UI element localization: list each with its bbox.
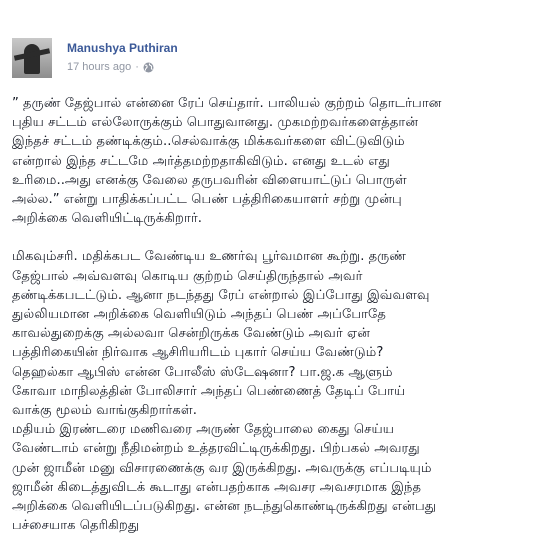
post-text-line: அறிக்கை வெளியிடப்படுகிறது. என்ன நடந்துகொ… — [12, 499, 437, 515]
post-text-line: கோவா மாநிலத்தின் போலிசார் அந்தப் பெண்ணைத… — [12, 383, 406, 399]
post-text-line: அல்ல.” என்று பாதிக்கப்பட்ட பெண் பத்திரிக… — [12, 192, 402, 208]
post-text-line: ” தருண் தேஜ்பால் என்னை ரேப் செய்தார். பா… — [12, 96, 442, 111]
author-avatar[interactable] — [12, 38, 52, 78]
header-text: Manushya Puthiran 17 hours ago · — [67, 41, 178, 73]
post-text-line: முன் ஜாமீன் மனு விசாரணைக்கு வர இருக்கிறத… — [12, 460, 432, 476]
post-text-line: பத்திரிகையின் நிர்வாக ஆசிரியரிடம் புகார்… — [12, 345, 384, 361]
post-text-line: புதிய சட்டம் எல்லோருக்கும் பொதுவானது. மு… — [12, 115, 419, 131]
post-paragraph: மிகவும்சரி. மதிக்கபட வேண்டிய உணர்வு பூர்… — [12, 247, 548, 535]
public-globe-icon[interactable] — [143, 62, 154, 73]
facebook-post: Manushya Puthiran 17 hours ago · ” தருண்… — [0, 0, 559, 545]
post-text-line: அறிக்கை வெளியிட்டிருக்கிறார். — [12, 211, 202, 227]
post-header: Manushya Puthiran 17 hours ago · — [12, 38, 178, 82]
post-text-line: இந்தச் சட்டம் தண்டிக்கும்..செல்வாக்கு மி… — [12, 134, 405, 150]
post-body: ” தருண் தேஜ்பால் என்னை ரேப் செய்தார். பா… — [12, 94, 548, 535]
author-name-link[interactable]: Manushya Puthiran — [67, 41, 178, 56]
post-text-line: தண்டிக்கபடட்டும். ஆனா நடந்தது ரேப் என்றா… — [12, 287, 430, 303]
post-text-line: வாக்கு மூலம் வாங்குகிறார்கள். — [12, 403, 197, 419]
post-meta: 17 hours ago · — [67, 61, 178, 73]
post-text-line: ஜாமீன் கிடைத்துவிடக் கூடாது என்பதற்காக அ… — [12, 479, 422, 495]
post-text-line: பச்சையாக தெரிகிறது — [12, 518, 140, 534]
post-paragraph: ” தருண் தேஜ்பால் என்னை ரேப் செய்தார். பா… — [12, 94, 548, 228]
meta-separator: · — [135, 61, 139, 73]
post-text-line: உரிமை..அது எனக்கு வேலை தருபவரின் விளையாட… — [12, 172, 407, 188]
post-text-line: தெஹல்கா ஆபிஸ் என்ன போலீஸ் ஸ்டேஷனா? பா.ஜ.… — [12, 364, 393, 380]
post-text-line: மிகவும்சரி. மதிக்கபட வேண்டிய உணர்வு பூர்… — [12, 249, 407, 265]
post-text-line: என்றால் இந்த சட்டமே அர்த்தமற்றதாகிவிடும்… — [12, 153, 390, 169]
post-text-line: மதியம் இரண்டரை மணிவரை அருண் தேஜ்பாலை கைத… — [12, 422, 395, 438]
post-timestamp[interactable]: 17 hours ago — [67, 61, 131, 73]
post-text-line: துல்லியமான அறிக்கை வெளியிடும் அந்தப் பெண… — [12, 307, 386, 323]
post-text-line: காவல்துறைக்கு அல்லவா சென்றிருக்க வேண்டும… — [12, 326, 371, 342]
post-text-line: தேஜ்பால் அவ்வளவு கொடிய குற்றம் செய்திருந… — [12, 268, 363, 284]
avatar-figure — [24, 44, 40, 74]
post-text-line: வேண்டாம் என்று நீதிமன்றம் உத்தரவிட்டிருக… — [12, 441, 420, 457]
